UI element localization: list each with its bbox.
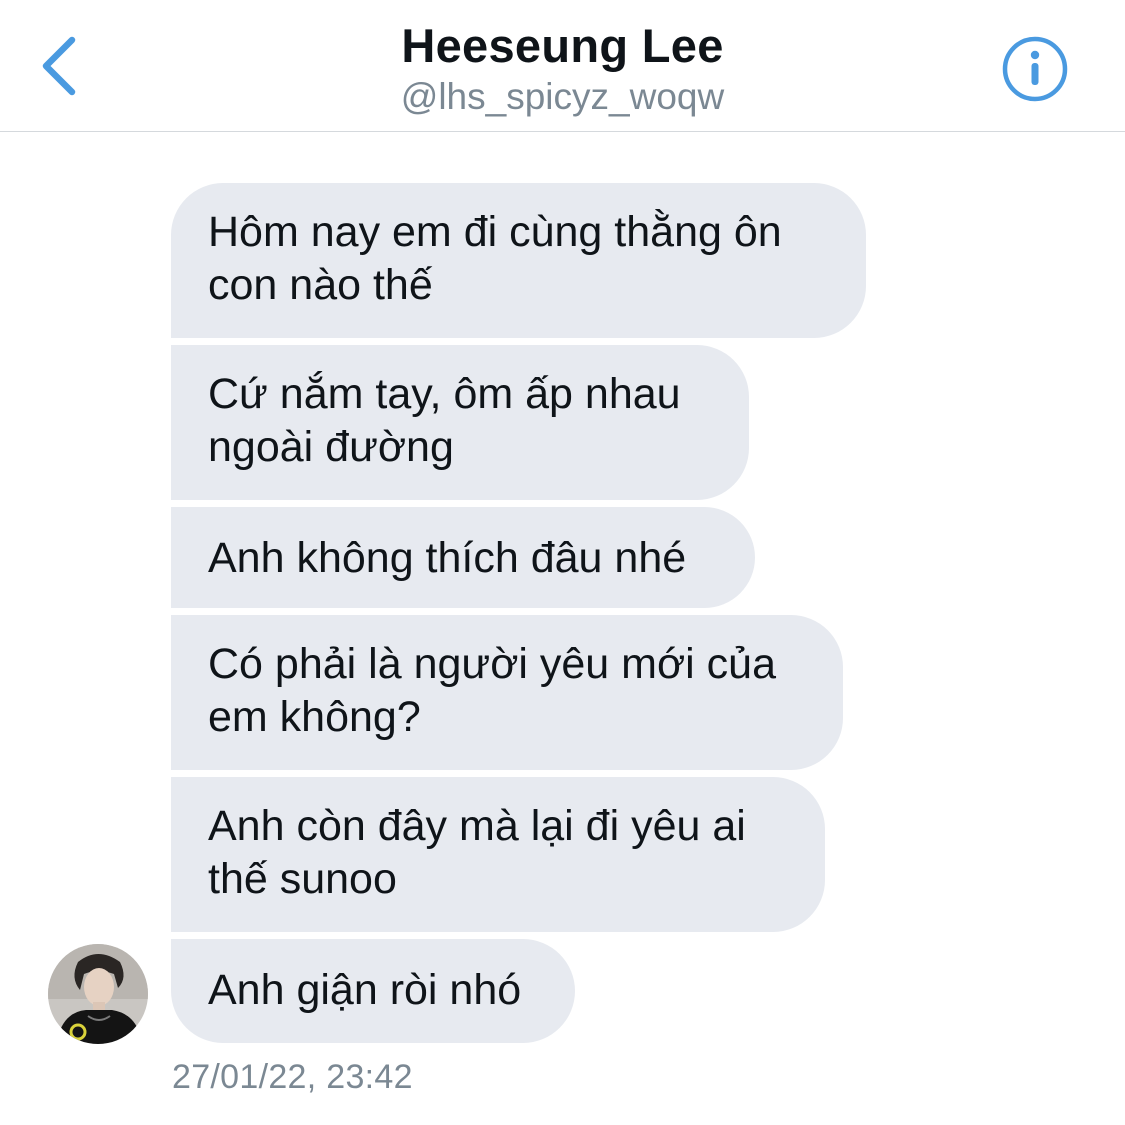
message-text-line: Có phải là người yêu mới của	[208, 640, 777, 688]
message-bubble[interactable]: Cứ nắm tay, ôm ấp nhau ngoài đường	[171, 345, 749, 500]
conversation-header: Heeseung Lee @lhs_spicyz_woqw	[0, 0, 1125, 132]
message-text-line: ngoài đường	[208, 423, 454, 471]
message-text-line: em không?	[208, 693, 421, 741]
message-bubble[interactable]: Anh giận ròi nhó	[171, 939, 575, 1043]
message-text-line: Hôm nay em đi cùng thằng ôn	[208, 208, 782, 256]
info-button[interactable]	[1000, 34, 1070, 104]
dm-conversation-screen: Heeseung Lee @lhs_spicyz_woqw Hôm nay em…	[0, 0, 1125, 1125]
message-timestamp: 27/01/22, 23:42	[172, 1058, 413, 1096]
contact-name[interactable]: Heeseung Lee	[0, 18, 1125, 73]
info-circle-icon	[1002, 36, 1068, 102]
message-text-line: Anh không thích đâu nhé	[208, 534, 687, 582]
message-text-line: con nào thế	[208, 261, 433, 309]
message-bubble[interactable]: Có phải là người yêu mới của em không?	[171, 615, 843, 770]
message-text-line: Cứ nắm tay, ôm ấp nhau	[208, 370, 681, 418]
avatar-photo	[48, 944, 148, 1044]
avatar[interactable]	[48, 944, 148, 1044]
message-text-line: thế sunoo	[208, 855, 397, 903]
message-bubble[interactable]: Anh không thích đâu nhé	[171, 507, 755, 608]
message-bubble[interactable]: Anh còn đây mà lại đi yêu ai thế sunoo	[171, 777, 825, 932]
message-text-line: Anh còn đây mà lại đi yêu ai	[208, 802, 746, 850]
contact-handle: @lhs_spicyz_woqw	[400, 76, 725, 117]
message-text-line: Anh giận ròi nhó	[208, 966, 522, 1014]
message-bubble[interactable]: Hôm nay em đi cùng thằng ôn con nào thế	[171, 183, 866, 338]
